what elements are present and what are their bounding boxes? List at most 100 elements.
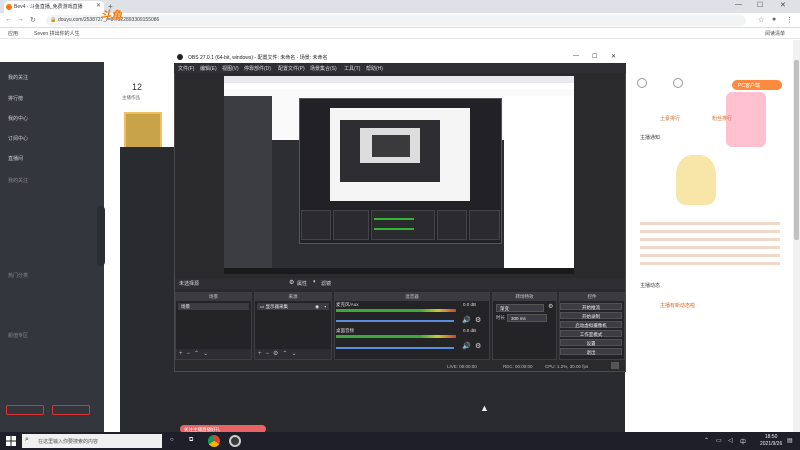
bookmarks-bar: 应用 Seven 拼出你的人生 阅读清单 — [0, 28, 800, 39]
mixer-volume-slider[interactable] — [336, 347, 454, 349]
obs-titlebar[interactable]: OBS 27.0.1 (64-bit, windows) - 配置文件: 未命名… — [174, 52, 626, 63]
room-thumbnail[interactable] — [124, 112, 162, 152]
sidebar-button[interactable] — [52, 405, 90, 415]
rank-tab-fans[interactable]: 粉丝排行 — [712, 115, 732, 122]
sidebar-item-subscribe[interactable]: 订阅中心 — [8, 135, 28, 142]
obs-menu-profile[interactable]: 配置文件(P) — [278, 65, 305, 72]
obs-menu-file[interactable]: 文件(F) — [178, 65, 194, 72]
browser-tab[interactable]: Bev4 - 斗鱼直播_免费游戏直播 ✕ — [4, 1, 104, 13]
bookmark-seven[interactable]: Seven 拼出你的人生 — [34, 30, 80, 37]
reload-icon[interactable]: ↻ — [30, 16, 36, 24]
obs-menu-view[interactable]: 视图(V) — [222, 65, 239, 72]
filter-icon[interactable]: ◐ — [313, 279, 317, 285]
visibility-eye-icon[interactable]: ◉ — [315, 304, 319, 310]
anime-mascot-image — [676, 155, 716, 205]
move-down-icon[interactable]: ⌄ — [203, 351, 208, 357]
forward-icon[interactable]: → — [17, 16, 24, 23]
star-icon[interactable]: ☆ — [758, 16, 764, 24]
sidebar-item-room[interactable]: 直播间 — [8, 155, 23, 162]
obs-menu-help[interactable]: 帮助(H) — [366, 65, 383, 72]
remove-scene-icon[interactable]: − — [187, 351, 191, 357]
task-view-icon[interactable]: ⧉ — [189, 437, 193, 444]
profile-icon[interactable]: ● — [772, 16, 776, 23]
obs-maximize-icon[interactable]: ☐ — [592, 53, 597, 60]
transition-select[interactable]: 渐变 — [496, 304, 544, 312]
start-streaming-button[interactable]: 开始推流 — [560, 303, 622, 310]
clock-date: 2021/9/26 — [760, 441, 783, 447]
duration-label: 时长 — [496, 315, 505, 320]
share-icon[interactable] — [673, 78, 683, 88]
speaker-icon[interactable]: 🔊 — [462, 316, 471, 324]
people-icon[interactable]: ⌃ — [704, 437, 709, 444]
source-settings-icon[interactable]: ⚙ — [273, 351, 278, 357]
studio-mode-button[interactable]: 工作室模式 — [560, 330, 622, 337]
taskbar-clock[interactable]: 18:50 2021/9/26 — [760, 434, 782, 448]
obs-close-icon[interactable]: ✕ — [611, 53, 616, 60]
windows-start-icon[interactable] — [6, 436, 16, 446]
dynamic-item[interactable]: 主播有新动态啦 — [660, 302, 695, 309]
notice-text-line — [640, 262, 780, 265]
source-item[interactable]: ▭ 显示器采集 ◉ ▪ — [257, 303, 329, 310]
exit-button[interactable]: 退出 — [560, 348, 622, 355]
lock-source-icon[interactable]: ▪ — [324, 304, 326, 309]
mixer-volume-slider[interactable] — [336, 320, 454, 322]
mixer-gear-icon[interactable]: ⚙ — [475, 342, 481, 350]
add-source-icon[interactable]: + — [258, 351, 262, 357]
minimize-icon[interactable]: — — [735, 1, 742, 8]
scene-item[interactable]: 场景 — [178, 303, 249, 310]
cortana-icon[interactable]: ○ — [170, 437, 174, 443]
remove-source-icon[interactable]: − — [266, 351, 270, 357]
sidebar-section-label: 颜值专区 — [8, 333, 29, 339]
mixer-gear-icon[interactable]: ⚙ — [475, 316, 481, 324]
start-recording-button[interactable]: 开始录制 — [560, 312, 622, 319]
obs-menu-edit[interactable]: 编辑(E) — [200, 65, 217, 72]
move-down-icon[interactable]: ⌄ — [291, 351, 296, 357]
rec-timer: REC: 00:00:00 — [503, 364, 533, 369]
move-up-icon[interactable]: ⌃ — [194, 351, 199, 357]
rank-tab-rich[interactable]: 土豪排行 — [660, 115, 680, 122]
virtual-camera-button[interactable]: 启动虚拟摄像机 — [560, 321, 622, 328]
pc-client-button[interactable]: PC客户端 — [732, 80, 782, 90]
sidebar-item-follow[interactable]: 我的关注 — [8, 74, 28, 81]
settings-button[interactable]: 设置 — [560, 339, 622, 346]
close-window-icon[interactable]: ✕ — [780, 1, 786, 9]
url-field[interactable]: 🔒 douyu.com/2538727_r=0.7922893309155086 — [46, 15, 746, 26]
douyu-logo[interactable]: 斗鱼 — [100, 7, 122, 23]
obs-source-toolbar: 未选择源 ⚙ 属性 ◐ 滤镜 — [175, 278, 625, 289]
chrome-taskbar-icon[interactable] — [208, 435, 220, 447]
add-scene-icon[interactable]: + — [179, 351, 183, 357]
obs-menu-tools[interactable]: 工具(T) — [344, 65, 360, 72]
sidebar-collapse-handle[interactable] — [97, 206, 105, 266]
obs-menu-scene-collection[interactable]: 场景集合(S) — [310, 65, 337, 72]
page-scrollbar-thumb[interactable] — [794, 60, 799, 240]
obs-minimize-icon[interactable]: — — [573, 53, 579, 59]
filters-button[interactable]: 滤镜 — [321, 280, 331, 287]
notification-icon[interactable]: ▤ — [787, 437, 793, 444]
maximize-icon[interactable]: ☐ — [757, 1, 763, 9]
tab-title: Bev4 - 斗鱼直播_免费游戏直播 — [14, 4, 83, 10]
volume-icon[interactable]: ◁ — [728, 437, 733, 444]
sidebar-item-rank[interactable]: 排行榜 — [8, 95, 23, 102]
taskbar-search-input[interactable]: 在这里输入你要搜索的内容 — [22, 434, 162, 448]
report-icon[interactable] — [637, 78, 647, 88]
speaker-icon[interactable]: 🔊 — [462, 342, 471, 350]
menu-icon[interactable]: ⋮ — [786, 16, 793, 24]
bookmark-apps[interactable]: 应用 — [8, 30, 18, 37]
transitions-dock-title: 转场特效 — [493, 293, 556, 301]
obs-taskbar-icon[interactable] — [229, 435, 241, 447]
network-icon[interactable]: ▭ — [716, 437, 722, 444]
cpu-fps: CPU: 1.2%, 30.00 fps — [545, 364, 589, 369]
duration-input[interactable]: 300 ms — [507, 314, 547, 322]
transition-gear-icon[interactable]: ⚙ — [548, 303, 553, 310]
back-icon[interactable]: ← — [5, 16, 12, 23]
properties-gear-icon[interactable]: ⚙ — [289, 279, 294, 286]
properties-button[interactable]: 属性 — [297, 280, 307, 287]
ime-icon[interactable]: 中 — [740, 437, 746, 446]
anchor-notice-title: 主播通知 — [640, 135, 661, 141]
reading-list[interactable]: 阅读清单 — [765, 30, 785, 37]
sidebar-item-center[interactable]: 我的中心 — [8, 115, 28, 122]
sidebar-button[interactable] — [6, 405, 44, 415]
obs-menu-docks[interactable]: 停靠部件(D) — [244, 65, 271, 72]
move-up-icon[interactable]: ⌃ — [282, 351, 287, 357]
mixer-track-level: 0.0 dB — [463, 302, 477, 307]
